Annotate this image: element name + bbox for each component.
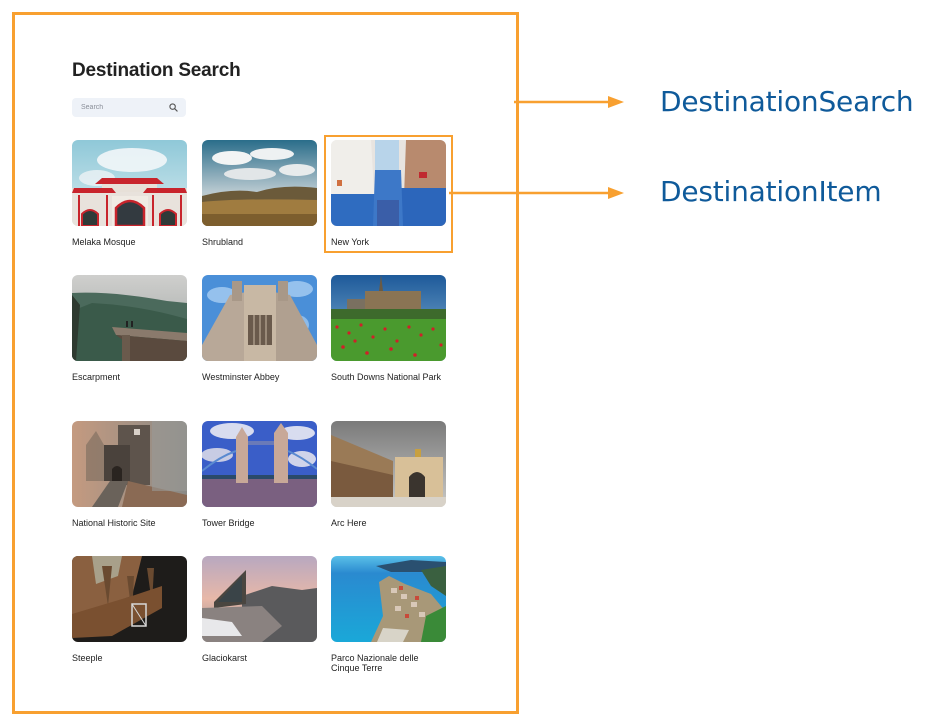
destination-photo-cathedral bbox=[202, 275, 317, 361]
destination-label: National Historic Site bbox=[72, 518, 156, 528]
destination-image[interactable] bbox=[72, 421, 187, 507]
destination-card[interactable]: Escarpment bbox=[72, 275, 187, 382]
destination-label: Arc Here bbox=[331, 518, 367, 528]
arrow-to-destination-item bbox=[449, 187, 624, 199]
destination-label: Steeple bbox=[72, 653, 103, 663]
page-title: Destination Search bbox=[72, 60, 241, 81]
destination-photo-savanna bbox=[202, 140, 317, 226]
destination-image[interactable] bbox=[202, 421, 317, 507]
destination-card[interactable]: Parco Nazionale delle Cinque Terre bbox=[331, 556, 446, 673]
destination-card[interactable]: South Downs National Park bbox=[331, 275, 446, 382]
callout-destination-search: DestinationSearch bbox=[660, 85, 914, 118]
destination-image[interactable] bbox=[202, 140, 317, 226]
destination-image[interactable] bbox=[202, 275, 317, 361]
destination-card[interactable]: Tower Bridge bbox=[202, 421, 317, 528]
destination-card[interactable]: Melaka Mosque bbox=[72, 140, 187, 247]
destination-photo-bridge bbox=[202, 421, 317, 507]
arrow-to-destination-search bbox=[514, 96, 624, 108]
callout-destination-item: DestinationItem bbox=[660, 175, 882, 208]
destination-label: Glaciokarst bbox=[202, 653, 248, 663]
destination-photo-castle-field bbox=[331, 275, 446, 361]
destination-photo-plaza bbox=[331, 421, 446, 507]
destination-card[interactable]: Shrubland bbox=[202, 140, 317, 247]
destination-photo-foggy-castle bbox=[72, 421, 187, 507]
destination-card[interactable]: Glaciokarst bbox=[202, 556, 317, 663]
destination-label: Melaka Mosque bbox=[72, 237, 136, 247]
destination-image[interactable] bbox=[331, 275, 446, 361]
destination-image[interactable] bbox=[202, 556, 317, 642]
search-icon[interactable] bbox=[169, 103, 178, 112]
destination-photo-mountain-cabin bbox=[202, 556, 317, 642]
search-field[interactable] bbox=[72, 98, 186, 117]
search-input[interactable] bbox=[72, 98, 171, 117]
destination-label: Parco Nazionale delle Cinque Terre bbox=[331, 653, 419, 673]
destination-image[interactable] bbox=[331, 556, 446, 642]
destination-card[interactable]: National Historic Site bbox=[72, 421, 187, 528]
destination-card[interactable]: Westminster Abbey bbox=[202, 275, 317, 382]
destination-image[interactable] bbox=[72, 556, 187, 642]
destination-image[interactable] bbox=[72, 275, 187, 361]
destination-label: Westminster Abbey bbox=[202, 372, 280, 382]
destination-image[interactable] bbox=[72, 140, 187, 226]
destination-card[interactable]: Steeple bbox=[72, 556, 187, 663]
destination-image[interactable] bbox=[331, 421, 446, 507]
destination-item-highlight bbox=[324, 135, 453, 253]
destination-photo-aerial-towers bbox=[72, 556, 187, 642]
destination-photo-temple bbox=[72, 140, 187, 226]
destination-label: Shrubland bbox=[202, 237, 244, 247]
destination-label: South Downs National Park bbox=[331, 372, 442, 382]
destination-label: Tower Bridge bbox=[202, 518, 255, 528]
destination-label: Escarpment bbox=[72, 372, 121, 382]
destination-card[interactable]: Arc Here bbox=[331, 421, 446, 528]
destination-photo-coast-village bbox=[331, 556, 446, 642]
destination-photo-cliff bbox=[72, 275, 187, 361]
